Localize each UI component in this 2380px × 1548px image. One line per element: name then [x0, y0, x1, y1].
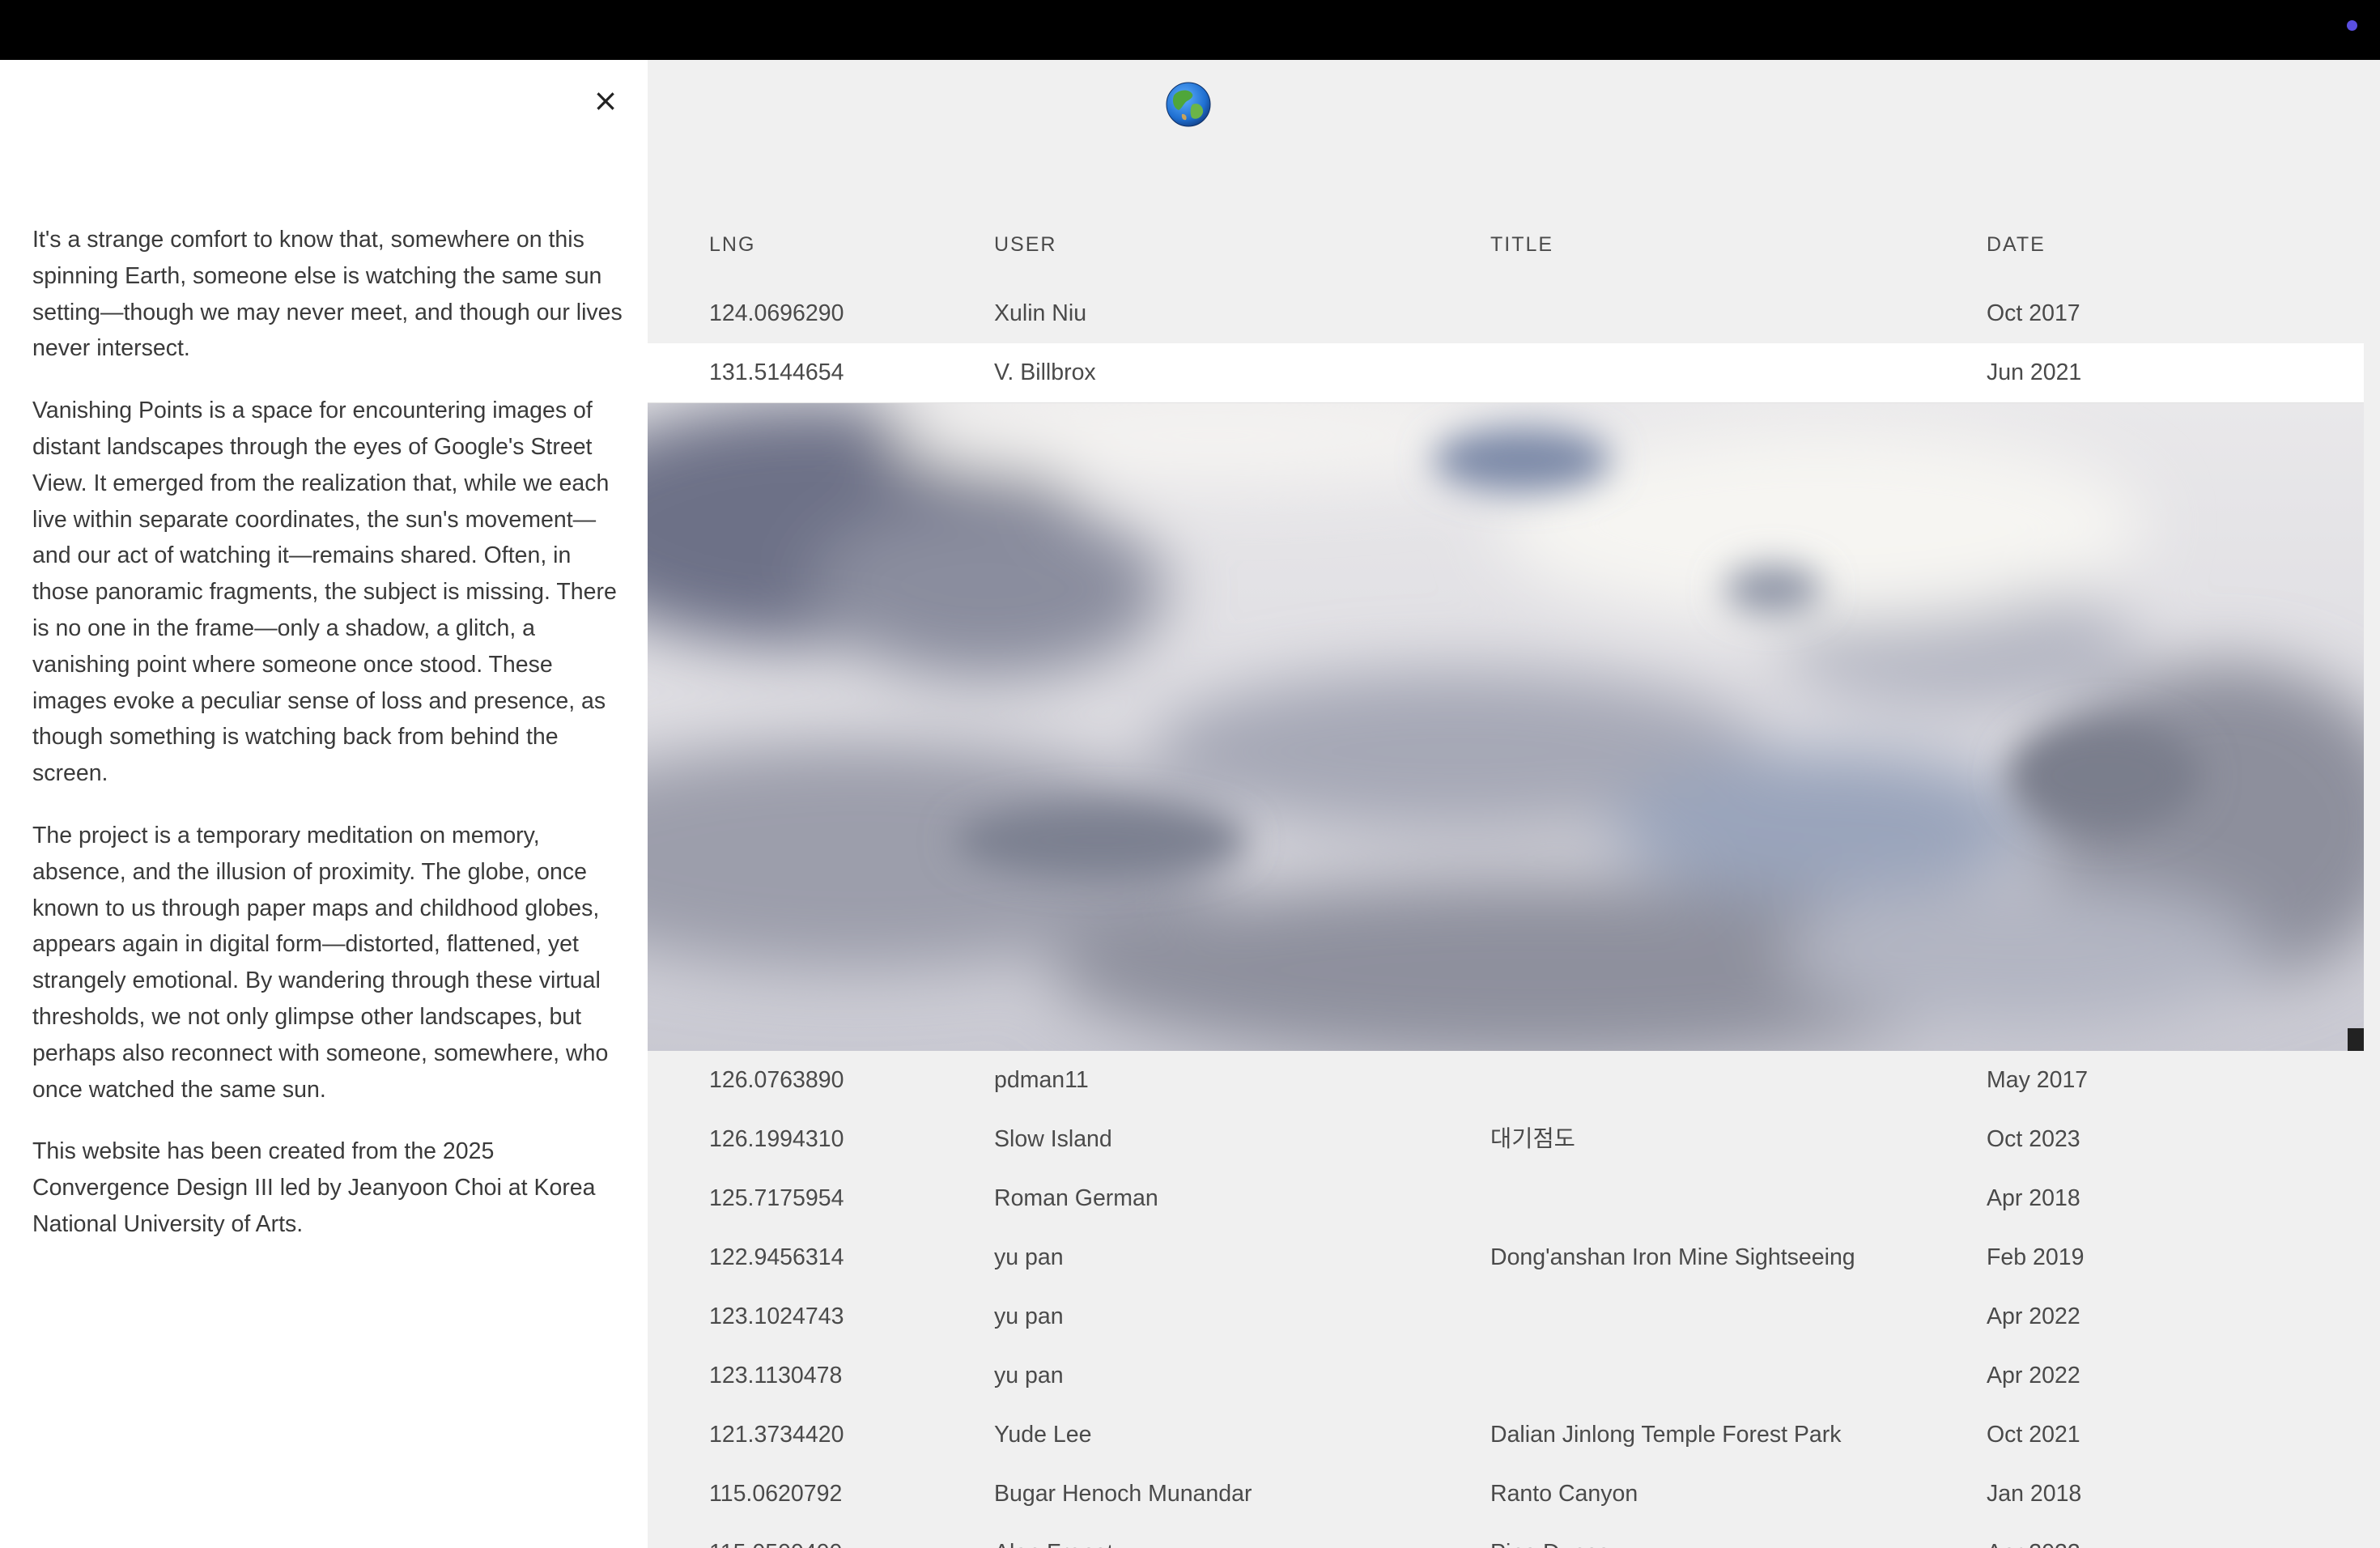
cell-user: V. Billbrox [994, 359, 1096, 385]
table-row[interactable]: 125.7175954 Roman German Apr 2018 [648, 1169, 2364, 1228]
cell-date: Apr 2022 [1987, 1303, 2080, 1329]
sky-image [648, 403, 2364, 1051]
table-row[interactable]: 115.0620792 Bugar Henoch Munandar Ranto … [648, 1465, 2364, 1524]
cell-lng: 115.0620792 [709, 1481, 843, 1507]
cell-title: Ranto Canyon [1490, 1481, 1638, 1507]
cell-title: Pine Dunes [1490, 1524, 1609, 1548]
table-header: LNG USER TITLE DATE [648, 233, 2364, 274]
cell-date: Oct 2021 [1987, 1422, 2080, 1448]
about-paragraph-2: Vanishing Points is a space for encounte… [32, 398, 617, 787]
close-icon[interactable]: × [589, 84, 622, 117]
main-content: LNG USER TITLE DATE 124.0696290 Xulin Ni… [648, 60, 2380, 1548]
cell-lng: 123.1130478 [709, 1363, 843, 1389]
cell-user: yu pan [994, 1363, 1064, 1389]
cell-lng: 124.0696290 [709, 300, 844, 326]
globe-icon[interactable] [1166, 82, 1211, 127]
preview-scroll-handle[interactable] [2348, 1028, 2364, 1051]
cell-date: May 2017 [1987, 1067, 2089, 1093]
cell-lng: 125.7175954 [709, 1185, 844, 1211]
cell-user: Xulin Niu [994, 300, 1087, 326]
table-row[interactable]: 115.0500400 Alan Franet Pine Dunes Apr 2… [648, 1524, 2364, 1548]
cell-date: Feb 2019 [1987, 1244, 2085, 1270]
cell-lng: 121.3734420 [709, 1422, 844, 1448]
cell-user: Bugar Henoch Munandar [994, 1481, 1252, 1507]
table-row[interactable]: 123.1024743 yu pan Apr 2022 [648, 1287, 2364, 1346]
cell-title: Dalian Jinlong Temple Forest Park [1490, 1422, 1842, 1448]
top-bar [0, 0, 2380, 60]
status-dot [2347, 20, 2357, 31]
street-view-preview[interactable] [648, 403, 2364, 1051]
cell-lng: 122.9456314 [709, 1244, 844, 1270]
cell-lng: 126.1994310 [709, 1126, 844, 1152]
table-row[interactable]: 122.9456314 yu pan Dong'anshan Iron Mine… [648, 1228, 2364, 1287]
column-header-user[interactable]: USER [994, 233, 1056, 257]
cell-lng: 123.1024743 [709, 1303, 844, 1329]
about-text: It's a strange comfort to know that, som… [32, 222, 623, 1269]
column-header-lng[interactable]: LNG [709, 233, 755, 257]
about-panel: × It's a strange comfort to know that, s… [0, 60, 648, 1548]
about-paragraph-3: The project is a temporary meditation on… [32, 822, 609, 1103]
cell-user: yu pan [994, 1303, 1064, 1329]
cell-user: Yude Lee [994, 1422, 1092, 1448]
table-row[interactable]: 124.0696290 Xulin Niu Oct 2017 [648, 284, 2364, 343]
cell-lng: 126.0763890 [709, 1067, 844, 1093]
table-row[interactable]: 126.0763890 pdman11 May 2017 [648, 1051, 2364, 1110]
cell-user: Slow Island [994, 1126, 1112, 1152]
cell-lng: 115.0500400 [709, 1524, 842, 1548]
cell-date: Apr 2022 [1987, 1524, 2080, 1548]
column-header-title[interactable]: TITLE [1490, 233, 1553, 257]
cell-title: Dong'anshan Iron Mine Sightseeing [1490, 1244, 1855, 1270]
cell-date: Oct 2017 [1987, 300, 2080, 326]
cell-date: Oct 2023 [1987, 1126, 2080, 1152]
about-paragraph-4: This website has been created from the 2… [32, 1138, 596, 1237]
table-row[interactable]: 121.3734420 Yude Lee Dalian Jinlong Temp… [648, 1406, 2364, 1465]
cell-user: yu pan [994, 1244, 1064, 1270]
cell-user: Roman German [994, 1185, 1158, 1211]
cell-user: pdman11 [994, 1067, 1089, 1093]
cell-lng: 131.5144654 [709, 359, 844, 385]
table-row-selected[interactable]: 131.5144654 V. Billbrox Jun 2021 [648, 343, 2364, 403]
cell-date: Apr 2022 [1987, 1363, 2080, 1389]
cell-user: Alan Franet [994, 1524, 1113, 1548]
table-row[interactable]: 123.1130478 yu pan Apr 2022 [648, 1346, 2364, 1406]
cell-date: Jun 2021 [1987, 359, 2082, 385]
cell-date: Apr 2018 [1987, 1185, 2080, 1211]
cell-date: Jan 2018 [1987, 1481, 2082, 1507]
column-header-date[interactable]: DATE [1987, 233, 2046, 257]
table-row[interactable]: 126.1994310 Slow Island 대기점도 Oct 2023 [648, 1110, 2364, 1169]
about-paragraph-1: It's a strange comfort to know that, som… [32, 227, 623, 362]
cell-title: 대기점도 [1490, 1126, 1575, 1152]
